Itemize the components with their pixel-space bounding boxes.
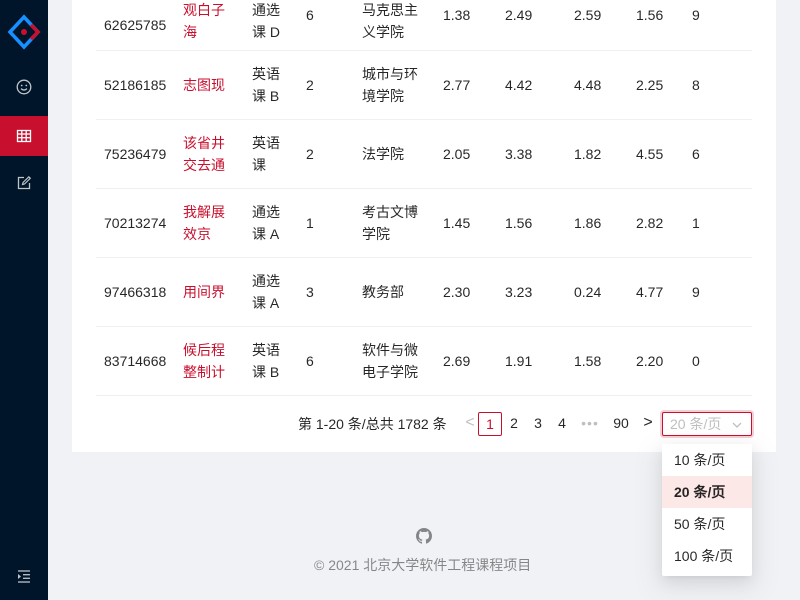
course-name-link[interactable]: 该省井交去通 bbox=[183, 132, 231, 176]
page-4-button[interactable]: 4 bbox=[550, 412, 574, 436]
course-type: 英语课 bbox=[252, 135, 280, 173]
course-id: 97466318 bbox=[104, 284, 167, 300]
pagination-total: 第 1-20 条/总共 1782 条 bbox=[298, 416, 447, 432]
course-dept: 法学院 bbox=[362, 146, 404, 162]
course-dept: 城市与环境学院 bbox=[362, 66, 418, 104]
course-credit: 6 bbox=[306, 7, 314, 23]
course-dept: 教务部 bbox=[362, 284, 404, 300]
score-a: 2.05 bbox=[443, 146, 471, 162]
page-size-option[interactable]: 50 条/页 bbox=[662, 508, 752, 540]
score-b: 1.91 bbox=[505, 353, 533, 369]
score-d: 4.77 bbox=[636, 284, 664, 300]
course-credit: 2 bbox=[306, 77, 314, 93]
nav-item-form[interactable] bbox=[0, 163, 48, 203]
score-b: 3.23 bbox=[505, 284, 533, 300]
score-d: 2.82 bbox=[636, 215, 664, 231]
score-d: 4.55 bbox=[636, 146, 664, 162]
course-name-link[interactable]: 观白子海 bbox=[183, 0, 231, 43]
course-id: 75236479 bbox=[104, 146, 167, 162]
page-1-button[interactable]: 1 bbox=[478, 412, 502, 436]
score-e: 9 bbox=[692, 7, 700, 23]
score-c: 1.58 bbox=[574, 353, 602, 369]
course-credit: 1 bbox=[306, 215, 314, 231]
nav-item-dashboard[interactable] bbox=[0, 67, 48, 107]
course-name-link[interactable]: 用间界 bbox=[183, 281, 231, 303]
score-e: 6 bbox=[692, 146, 700, 162]
score-c: 4.48 bbox=[574, 77, 602, 93]
score-a: 1.45 bbox=[443, 215, 471, 231]
score-d: 2.25 bbox=[636, 77, 664, 93]
page-size-option[interactable]: 100 条/页 bbox=[662, 540, 752, 572]
content-card: 62625785 观白子海 通选课 D 6 马克思主义学院 1.38 2.49 … bbox=[72, 0, 776, 452]
score-a: 1.38 bbox=[443, 7, 471, 23]
footer-copyright: © 2021 北京大学软件工程课程项目 bbox=[314, 557, 532, 573]
score-e: 0 bbox=[692, 353, 700, 369]
chevron-down-icon bbox=[732, 422, 742, 428]
score-c: 1.86 bbox=[574, 215, 602, 231]
react-logo-icon[interactable] bbox=[7, 14, 41, 50]
page-last-button[interactable]: 90 bbox=[609, 412, 633, 436]
course-id: 62625785 bbox=[104, 17, 167, 33]
course-dept: 考古文博学院 bbox=[362, 204, 418, 242]
course-type: 通选课 A bbox=[252, 204, 280, 242]
table-row: 52186185 志图现 英语课 B 2 城市与环境学院 2.77 4.42 4… bbox=[96, 51, 752, 120]
table-row: 70213274 我解展效京 通选课 A 1 考古文博学院 1.45 1.56 … bbox=[96, 189, 752, 258]
page-size-option[interactable]: 10 条/页 bbox=[662, 444, 752, 476]
score-b: 1.56 bbox=[505, 215, 533, 231]
course-credit: 2 bbox=[306, 146, 314, 162]
course-id: 70213274 bbox=[104, 215, 167, 231]
course-type: 英语课 B bbox=[252, 342, 280, 380]
score-b: 3.38 bbox=[505, 146, 533, 162]
course-id: 52186185 bbox=[104, 77, 167, 93]
table-row: 83714668 候后程整制计 英语课 B 6 软件与微电子学院 2.69 1.… bbox=[96, 327, 752, 396]
score-e: 1 bbox=[692, 215, 700, 231]
course-type: 英语课 B bbox=[252, 66, 280, 104]
course-name-link[interactable]: 候后程整制计 bbox=[183, 339, 231, 383]
table-row: 75236479 该省井交去通 英语课 2 法学院 2.05 3.38 1.82… bbox=[96, 120, 752, 189]
page-2-button[interactable]: 2 bbox=[502, 412, 526, 436]
course-name-link[interactable]: 志图现 bbox=[183, 74, 231, 96]
course-dept: 马克思主义学院 bbox=[362, 2, 418, 40]
score-c: 1.82 bbox=[574, 146, 602, 162]
jump-next-dots[interactable]: ••• bbox=[578, 412, 602, 436]
table-icon bbox=[16, 129, 32, 143]
next-page-button[interactable]: > bbox=[636, 412, 660, 436]
score-e: 9 bbox=[692, 284, 700, 300]
score-d: 2.20 bbox=[636, 353, 664, 369]
score-a: 2.69 bbox=[443, 353, 471, 369]
sidebar bbox=[0, 0, 48, 600]
course-name-link[interactable]: 我解展效京 bbox=[183, 201, 231, 245]
course-credit: 3 bbox=[306, 284, 314, 300]
score-d: 1.56 bbox=[636, 7, 664, 23]
score-c: 0.24 bbox=[574, 284, 602, 300]
menu-unfold-icon[interactable] bbox=[16, 568, 32, 584]
smile-icon bbox=[16, 79, 32, 95]
course-type: 通选课 D bbox=[252, 2, 280, 40]
table-row: 97466318 用间界 通选课 A 3 教务部 2.30 3.23 0.24 … bbox=[96, 258, 752, 327]
course-credit: 6 bbox=[306, 353, 314, 369]
score-c: 2.59 bbox=[574, 7, 602, 23]
edit-icon bbox=[17, 175, 32, 190]
table-row: 62625785 观白子海 通选课 D 6 马克思主义学院 1.38 2.49 … bbox=[96, 0, 752, 51]
score-a: 2.30 bbox=[443, 284, 471, 300]
github-icon[interactable] bbox=[416, 528, 432, 544]
page-size-placeholder: 20 条/页 bbox=[670, 416, 722, 432]
score-a: 2.77 bbox=[443, 77, 471, 93]
page-size-option-selected[interactable]: 20 条/页 bbox=[662, 476, 752, 508]
course-dept: 软件与微电子学院 bbox=[362, 342, 418, 380]
nav-item-table[interactable] bbox=[0, 116, 48, 156]
score-b: 2.49 bbox=[505, 7, 533, 23]
course-table: 62625785 观白子海 通选课 D 6 马克思主义学院 1.38 2.49 … bbox=[96, 0, 752, 396]
page-size-select[interactable]: 20 条/页 bbox=[662, 412, 752, 436]
page-3-button[interactable]: 3 bbox=[526, 412, 550, 436]
score-e: 8 bbox=[692, 77, 700, 93]
page-size-dropdown: 10 条/页 20 条/页 50 条/页 100 条/页 bbox=[662, 444, 752, 576]
course-id: 83714668 bbox=[104, 353, 167, 369]
score-b: 4.42 bbox=[505, 77, 533, 93]
course-type: 通选课 A bbox=[252, 273, 280, 311]
pagination: 第 1-20 条/总共 1782 条 < 1 2 3 4 ••• 90 > 20… bbox=[72, 412, 776, 436]
